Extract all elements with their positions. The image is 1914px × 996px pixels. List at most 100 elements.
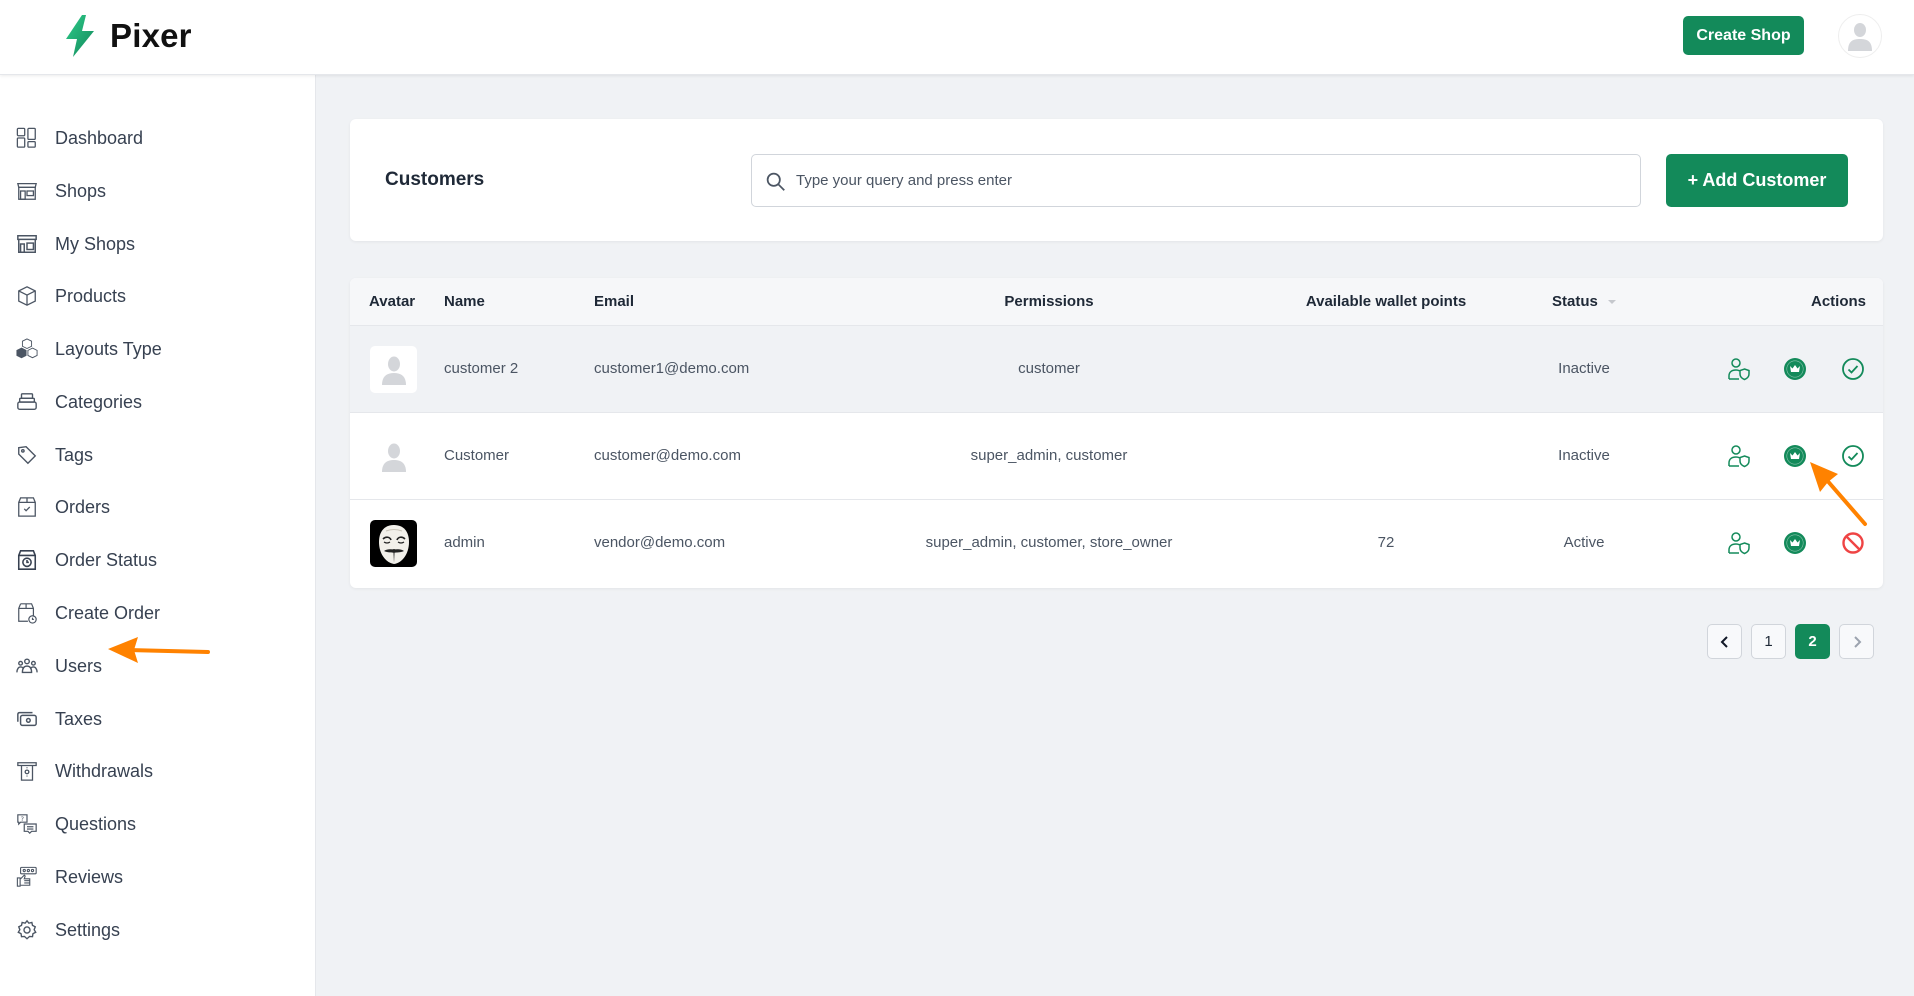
cell-permissions: super_admin, customer, store_owner <box>925 534 1173 551</box>
ban-user-button[interactable] <box>1840 530 1866 556</box>
sidebar-item-create-order[interactable]: Create Order <box>0 593 316 633</box>
sidebar: Dashboard Shops My Shops Products Layout… <box>0 75 316 996</box>
chevron-right-icon <box>1853 635 1861 648</box>
table-row: customer 2 customer1@demo.com customer I… <box>350 326 1883 413</box>
logo[interactable]: Pixer <box>62 14 192 58</box>
user-placeholder-icon <box>381 356 406 385</box>
sidebar-item-my-shops[interactable]: My Shops <box>0 224 316 264</box>
sidebar-item-label: Dashboard <box>55 127 144 148</box>
cell-permissions: super_admin, customer <box>970 447 1128 464</box>
pagination-prev-button[interactable] <box>1707 624 1742 659</box>
table-header: Avatar Name Email Permissions Available … <box>350 278 1883 326</box>
make-admin-button[interactable] <box>1782 356 1808 382</box>
table-row: Customer customer@demo.com super_admin, … <box>350 413 1883 500</box>
tag-icon <box>15 443 39 467</box>
manage-permissions-button[interactable] <box>1726 443 1752 469</box>
crown-icon <box>1784 358 1806 380</box>
customers-header-card: Customers + Add Customer <box>350 119 1883 241</box>
sidebar-item-label: Create Order <box>55 602 161 623</box>
sidebar-item-label: Settings <box>55 919 121 940</box>
user-placeholder-icon <box>381 443 406 472</box>
crown-icon <box>1784 532 1806 554</box>
sidebar-item-categories[interactable]: Categories <box>0 382 316 422</box>
column-header-status-label: Status <box>1552 293 1598 310</box>
search-input[interactable] <box>796 155 1626 206</box>
search-icon <box>766 172 785 191</box>
manage-permissions-button[interactable] <box>1726 530 1752 556</box>
search-box[interactable] <box>751 154 1641 207</box>
top-header: Pixer Create Shop <box>0 0 1914 75</box>
manage-permissions-button[interactable] <box>1726 356 1752 382</box>
pagination-next-button[interactable] <box>1839 624 1874 659</box>
sidebar-item-tags[interactable]: Tags <box>0 435 316 475</box>
page-title: Customers <box>385 169 485 190</box>
cubes-icon <box>15 337 39 361</box>
sidebar-item-label: Categories <box>55 391 143 412</box>
sidebar-item-settings[interactable]: Settings <box>0 910 316 950</box>
avatar <box>370 346 417 393</box>
activate-user-button[interactable] <box>1840 443 1866 469</box>
atm-icon <box>15 759 39 783</box>
column-header-name: Name <box>444 293 485 310</box>
svg-text:?: ? <box>21 815 24 823</box>
sidebar-item-reviews[interactable]: Reviews <box>0 857 316 897</box>
question-chat-icon: ? <box>15 812 39 836</box>
app-name: Pixer <box>110 17 192 54</box>
sidebar-item-label: Taxes <box>55 708 103 729</box>
column-header-email: Email <box>594 293 635 310</box>
sidebar-item-withdrawals[interactable]: Withdrawals <box>0 751 316 791</box>
add-customer-button[interactable]: + Add Customer <box>1666 154 1848 207</box>
sidebar-item-shops[interactable]: Shops <box>0 171 316 211</box>
pagination-page-2[interactable]: 2 <box>1795 624 1830 659</box>
sidebar-item-label: Users <box>55 655 103 676</box>
sidebar-item-users[interactable]: Users <box>0 646 316 686</box>
sidebar-item-products[interactable]: Products <box>0 276 316 316</box>
mask-avatar-icon <box>378 524 409 564</box>
column-header-actions: Actions <box>1810 293 1866 310</box>
make-admin-button[interactable] <box>1782 530 1808 556</box>
sidebar-item-dashboard[interactable]: Dashboard <box>0 118 316 158</box>
sidebar-item-label: Reviews <box>55 866 124 887</box>
user-shield-icon <box>1728 445 1750 468</box>
sidebar-item-layouts-type[interactable]: Layouts Type <box>0 329 316 369</box>
cell-name: Customer <box>444 447 510 464</box>
users-icon <box>15 654 39 678</box>
create-shop-button[interactable]: Create Shop <box>1683 16 1804 55</box>
my-shop-icon <box>15 232 39 256</box>
lightning-bolt-icon <box>66 15 94 57</box>
crown-icon <box>1784 445 1806 467</box>
sidebar-item-orders[interactable]: Orders <box>0 487 316 527</box>
cell-wallet-points: 72 <box>1377 534 1395 551</box>
column-header-status[interactable]: Status <box>1552 293 1617 310</box>
cell-name: admin <box>444 534 485 551</box>
user-avatar-icon <box>1848 23 1872 51</box>
pagination-page-1[interactable]: 1 <box>1751 624 1786 659</box>
cell-status: Inactive <box>1558 360 1610 377</box>
sort-down-icon <box>1608 300 1617 305</box>
check-circle-icon <box>1842 358 1864 380</box>
make-admin-button[interactable] <box>1782 443 1808 469</box>
cell-status: Active <box>1563 534 1605 551</box>
customers-table: Avatar Name Email Permissions Available … <box>350 278 1883 588</box>
user-shield-icon <box>1728 532 1750 555</box>
cell-permissions: customer <box>1018 360 1080 377</box>
create-order-icon <box>15 601 39 625</box>
activate-user-button[interactable] <box>1840 356 1866 382</box>
sidebar-item-questions[interactable]: ? Questions <box>0 804 316 844</box>
sidebar-item-taxes[interactable]: Taxes <box>0 699 316 739</box>
cash-icon <box>15 707 39 731</box>
sidebar-item-label: Withdrawals <box>55 760 154 781</box>
sidebar-item-label: Orders <box>55 496 111 517</box>
review-icon <box>15 865 39 889</box>
table-row: admin vendor@demo.com super_admin, custo… <box>350 500 1883 587</box>
stack-icon <box>15 390 39 414</box>
column-header-avatar: Avatar <box>369 293 416 310</box>
cell-email: customer1@demo.com <box>594 360 750 377</box>
sidebar-item-label: Products <box>55 285 127 306</box>
sidebar-item-label: My Shops <box>55 233 136 254</box>
sidebar-item-order-status[interactable]: Order Status <box>0 540 316 580</box>
user-avatar-button[interactable] <box>1838 14 1882 58</box>
cell-email: customer@demo.com <box>594 447 741 464</box>
order-box-icon <box>15 495 39 519</box>
avatar <box>370 433 417 480</box>
